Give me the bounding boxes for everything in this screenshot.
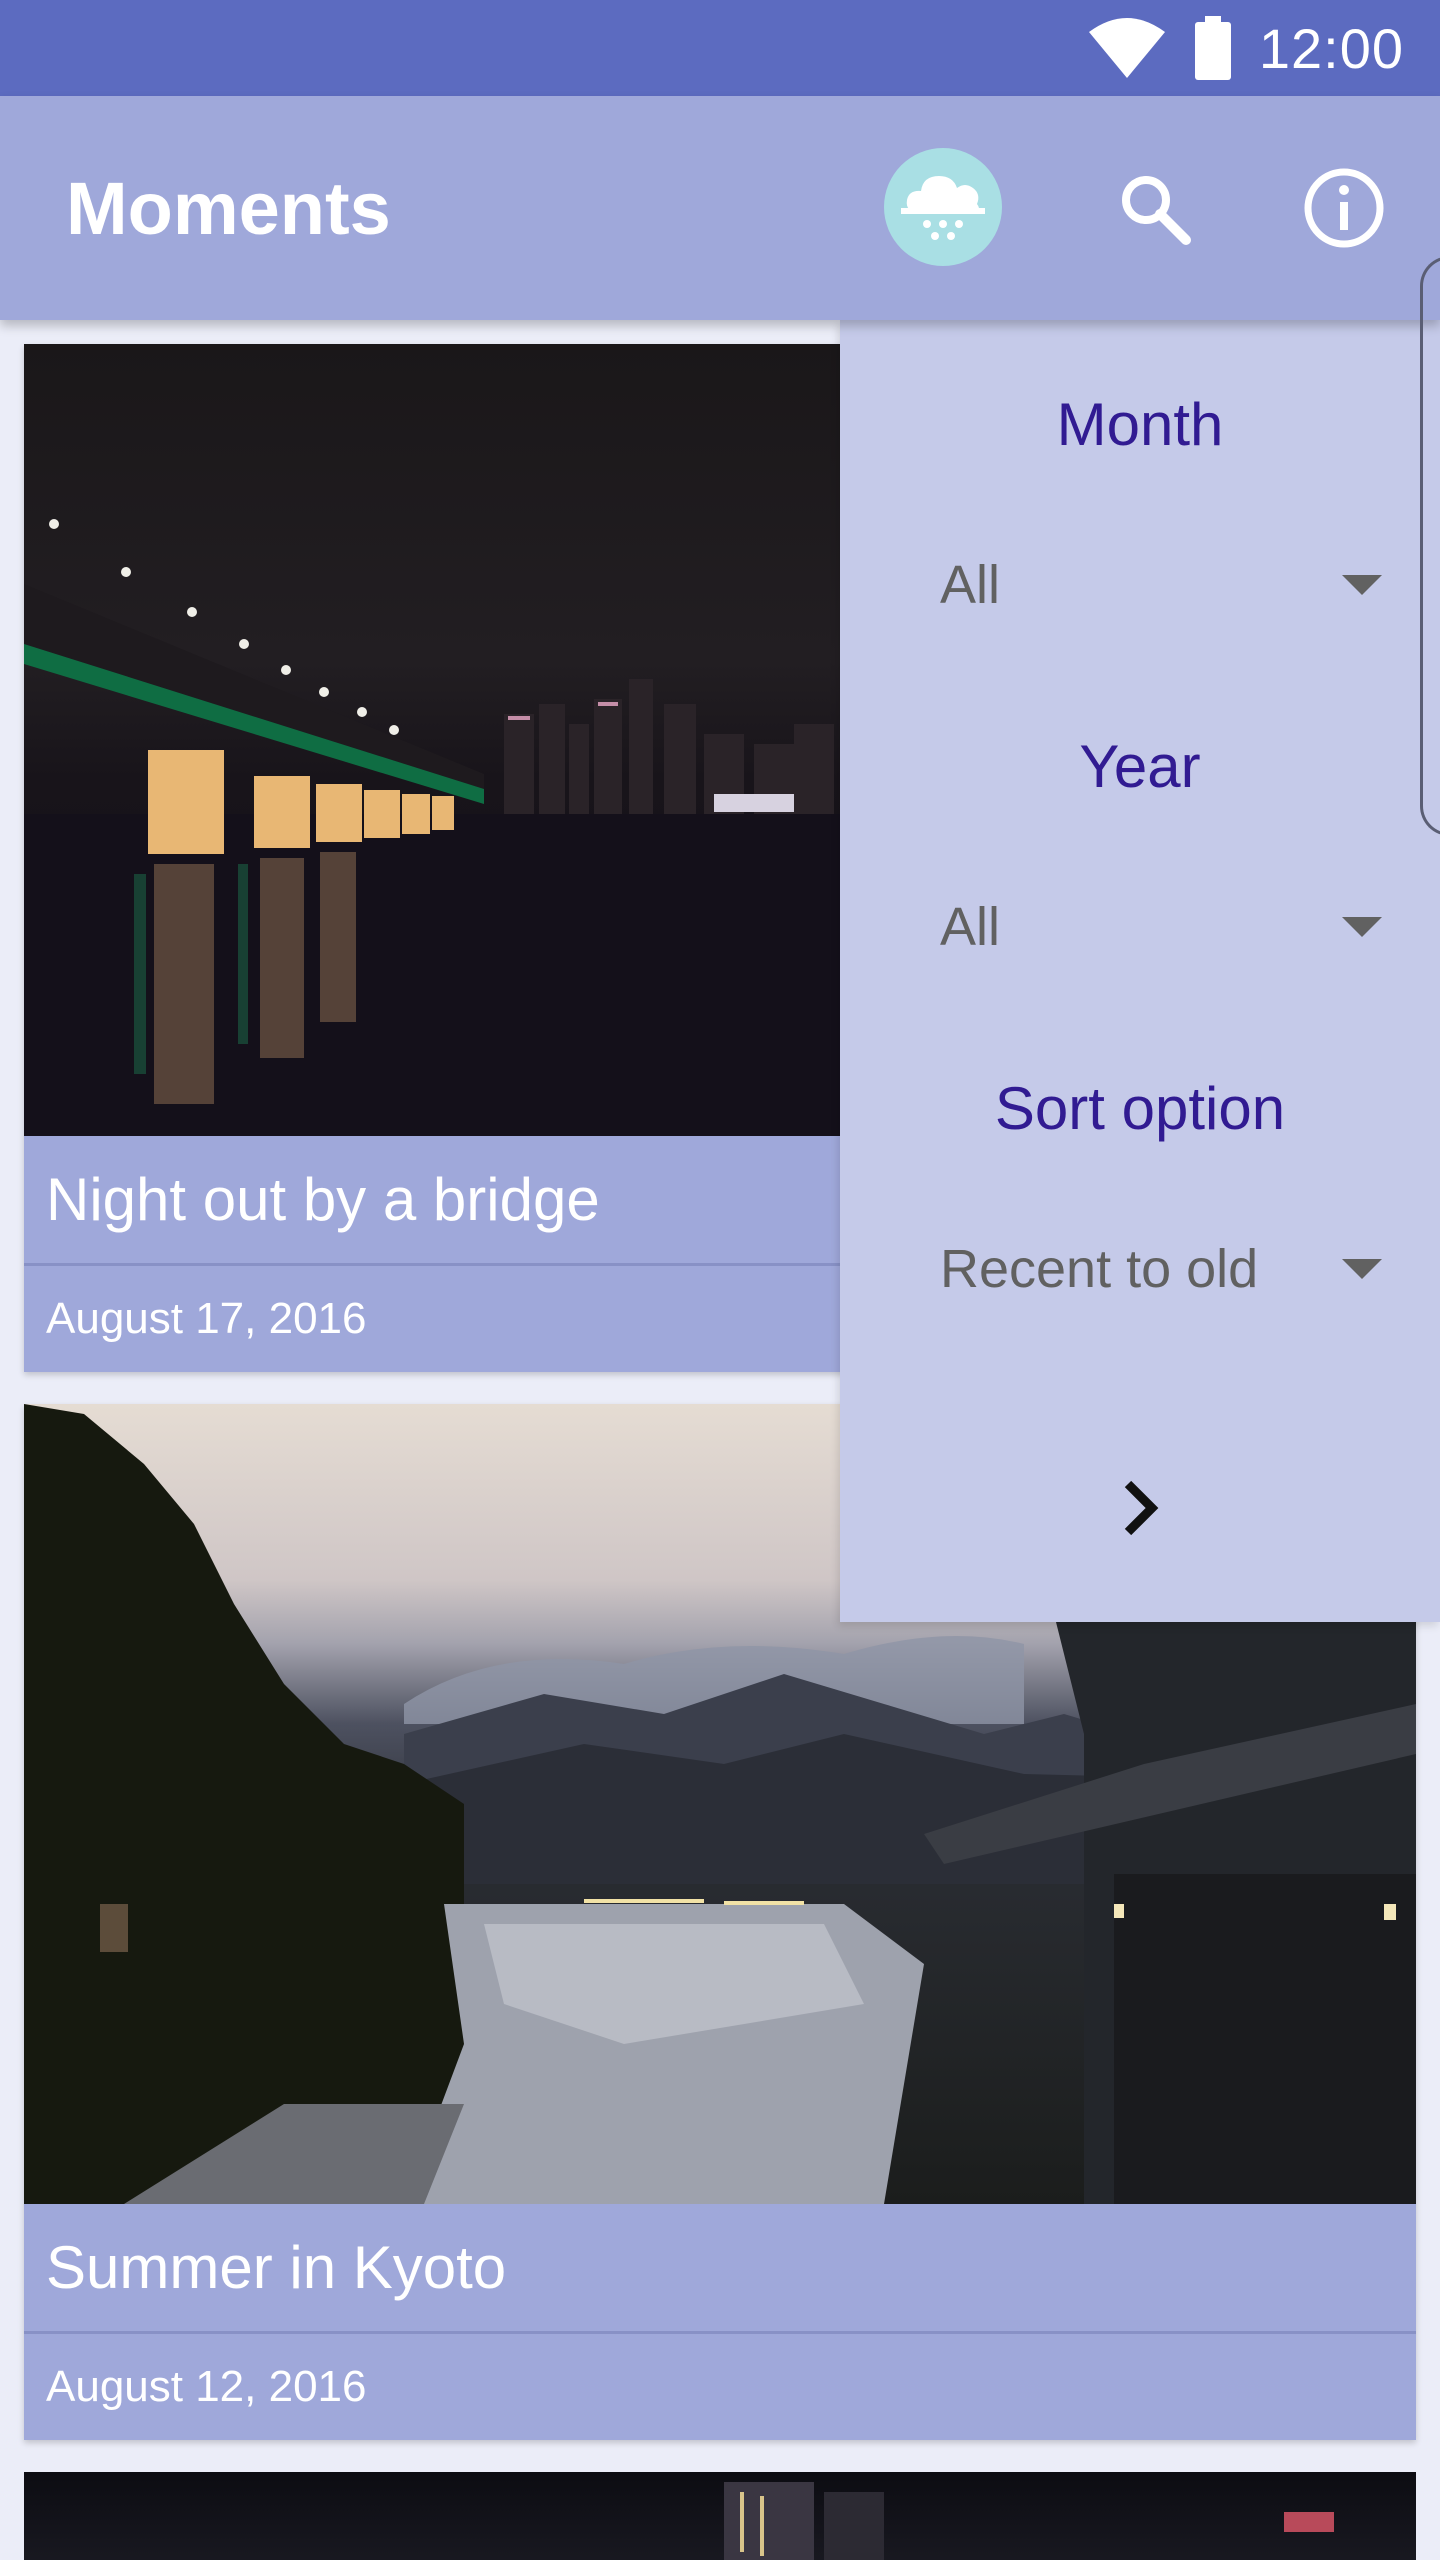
moment-card[interactable] [24,2472,1416,2560]
sort-option-dropdown[interactable]: Recent to old [940,1224,1400,1314]
year-label: Year [1079,733,1201,800]
weather-button[interactable] [884,148,1002,266]
info-icon [1302,166,1386,255]
dropdown-arrow-icon [1342,575,1382,595]
sort-option-value: Recent to old [940,1239,1259,1299]
card-date-row: August 12, 2016 [24,2334,1416,2440]
month-value: All [940,555,1001,615]
status-bar: 12:00 [0,0,1440,96]
moments-screen: 12:00 Moments Night out by a bridge Augu… [0,0,1440,2560]
dropdown-arrow-icon [1342,917,1382,937]
chevron-right-icon [1120,1478,1160,1543]
wifi-icon [1087,16,1167,80]
year-dropdown[interactable]: All [940,882,1400,972]
search-icon [1116,170,1192,251]
card-title-row: Summer in Kyoto [24,2204,1416,2334]
moment-date: August 12, 2016 [46,2362,367,2411]
apply-filter-button[interactable] [1090,1460,1190,1560]
moment-title: Night out by a bridge [46,1166,600,1233]
battery-icon [1193,16,1233,80]
panel-edge-handle[interactable] [1420,256,1440,836]
month-label: Month [1056,391,1224,458]
year-value: All [940,897,1001,957]
filter-panel: Month All Year All Sort option Recent to… [840,320,1440,1622]
cloud-rain-icon [901,166,985,249]
sort-option-label: Sort option [994,1075,1286,1142]
moment-date: August 17, 2016 [46,1294,367,1343]
month-dropdown[interactable]: All [940,540,1400,630]
moment-photo [724,2482,1334,2560]
page-title: Moments [66,167,391,250]
info-button[interactable] [1296,162,1392,258]
clock: 12:00 [1258,16,1404,80]
moment-title: Summer in Kyoto [46,2234,507,2301]
dropdown-arrow-icon [1342,1259,1382,1279]
search-button[interactable] [1106,162,1202,258]
app-bar: Moments [0,96,1440,320]
